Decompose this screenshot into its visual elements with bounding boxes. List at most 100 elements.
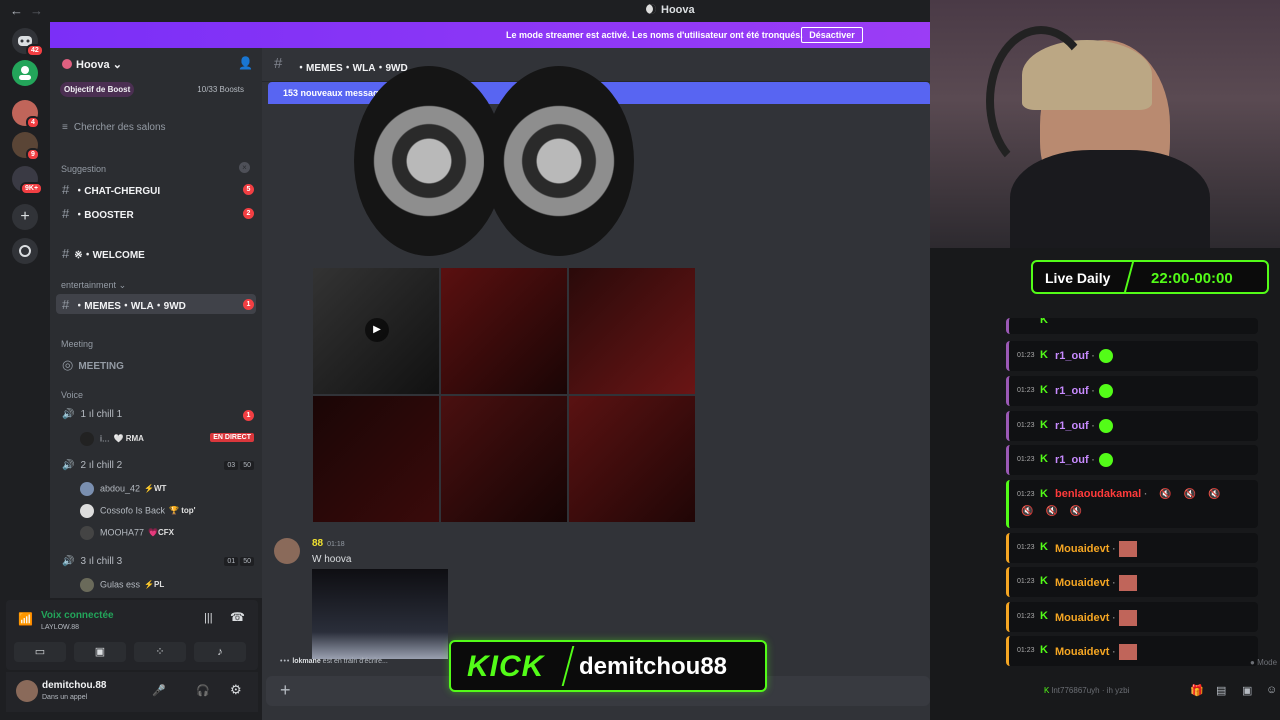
chat-user: Mouaidevt [1055, 542, 1110, 555]
user-tag: 💗CFX [148, 528, 174, 538]
chat-username: Mouaidevt · [1055, 644, 1138, 660]
chat-user: benlaoudakamal [1055, 488, 1142, 500]
add-member-icon[interactable]: 👤 [238, 56, 253, 70]
channel-sidebar: Hoova ⌄ 👤 Objectif de Boost 10/33 Boosts… [50, 48, 262, 598]
gift-icon[interactable]: 🎁 [1190, 684, 1204, 697]
add-server-icon[interactable]: + [12, 204, 38, 230]
gif-icon[interactable]: ▤ [1216, 684, 1226, 697]
emoji-icon[interactable]: ☺ [1266, 684, 1277, 696]
voice-user[interactable]: i... 🤍 RMA [80, 432, 144, 448]
window-title: Hoova [646, 4, 695, 16]
voice-channel-chill-1[interactable]: 🔊 1 ıl chill 1 [62, 409, 122, 420]
attachment-image[interactable] [313, 396, 439, 522]
close-icon[interactable]: × [239, 162, 250, 173]
chat-message: 01:23 K r1_ouf · [1006, 445, 1258, 475]
chat-user: Mouaidevt [1055, 576, 1110, 589]
chat-time: 01:23 [1017, 422, 1035, 429]
kick-logo-icon: K [1040, 575, 1048, 587]
headphones-icon[interactable]: 🎧 [196, 684, 210, 697]
kick-logo: KICK [467, 650, 545, 683]
voice-channel-chill-3[interactable]: 🔊 3 ıl chill 3 [62, 556, 122, 567]
microphone-icon[interactable]: 🎤 [152, 684, 166, 697]
soundboard-button[interactable]: ♪ [194, 642, 246, 662]
server-logo-icon [646, 4, 656, 14]
forward-arrow-icon[interactable]: → [30, 3, 43, 18]
message-author[interactable]: 88 01:18 [312, 538, 345, 549]
channel-search[interactable]: ≡ Chercher des salons [62, 122, 166, 133]
kick-logo-icon: K [1040, 318, 1048, 326]
attachment-image[interactable] [312, 569, 448, 659]
voice-user[interactable]: Gulas ess ⚡PL [80, 578, 164, 594]
channel-booster[interactable]: # ・BOOSTER [62, 206, 134, 222]
back-arrow-icon[interactable]: ← [10, 3, 23, 18]
attachment-image-tires[interactable] [350, 66, 660, 260]
channel-memes-wla-9wd[interactable]: # ・MEMES・WLA・9WD [62, 297, 186, 313]
channel-label: ・BOOSTER [74, 210, 134, 221]
muted-speaker-icon: 🔇 [1045, 506, 1058, 517]
avatar[interactable] [274, 538, 300, 564]
server-folder-icon[interactable]: 9K+ [12, 166, 44, 195]
chat-message: 01:23 K benlaoudakamal · 🔇 🔇 🔇 🔇 🔇 🔇 [1006, 480, 1258, 528]
category-entertainment[interactable]: entertainment ⌄ [61, 280, 126, 291]
hash-icon: # [62, 182, 70, 197]
category-voice[interactable]: Voice [61, 390, 83, 400]
voice-channel-chill-2[interactable]: 🔊 2 ıl chill 2 [62, 460, 122, 471]
streamer-mode-message: Le mode streamer est activé. Les noms d'… [506, 30, 803, 40]
camera-off-button[interactable]: ▭ [14, 642, 66, 662]
category-meeting[interactable]: Meeting [61, 339, 93, 349]
discord-home-icon[interactable]: 42 [12, 28, 44, 57]
play-icon[interactable]: ▶ [365, 318, 389, 342]
voice-user[interactable]: abdou_42 ⚡WT [80, 482, 166, 498]
user-tag: ⚡WT [144, 484, 167, 494]
attachment-image[interactable] [569, 268, 695, 394]
attachment-video-thumb[interactable]: ▶ [313, 268, 439, 394]
discover-icon[interactable] [12, 238, 38, 264]
noise-suppression-icon[interactable]: ||| [204, 612, 213, 624]
chat-time: 01:23 [1017, 578, 1035, 585]
user-count: 01 [224, 557, 239, 566]
gear-icon[interactable]: ⚙ [230, 682, 242, 698]
activities-button[interactable]: ⁘ [134, 642, 186, 662]
category-suggestion[interactable]: Suggestion [61, 164, 106, 174]
voice-user[interactable]: Cossofo Is Back 🏆 top' [80, 504, 196, 520]
username[interactable]: demitchou.88 [42, 680, 106, 691]
friends-icon[interactable] [12, 60, 38, 86]
tire-graphic [354, 66, 504, 256]
home-badge: 42 [26, 44, 44, 57]
attachment-image[interactable] [441, 396, 567, 522]
chat-user: r1_ouf [1055, 419, 1089, 432]
user-max: 50 [240, 557, 254, 566]
avatar [80, 504, 94, 518]
server-name[interactable]: Hoova ⌄ [62, 58, 122, 71]
hash-icon: # [62, 297, 70, 312]
chat-area: # ・MEMES・WLA・9WD 153 nouveaux messages d… [262, 48, 930, 720]
channel-welcome[interactable]: # ※・WELCOME [62, 246, 145, 262]
add-attachment-icon[interactable]: + [280, 680, 291, 701]
speaker-icon: 🔊 [62, 409, 75, 420]
kick-logo-icon: K [1040, 541, 1048, 553]
chat-time: 01:23 [1017, 352, 1035, 359]
screen-share-button[interactable]: ▣ [74, 642, 126, 662]
disconnect-icon[interactable]: ☎ [230, 610, 245, 624]
attachment-image[interactable] [569, 396, 695, 522]
server-badge: 9K+ [20, 182, 44, 195]
server-icon-1[interactable]: 4 [12, 100, 40, 129]
server-icon-2[interactable]: 9 [12, 132, 40, 161]
chat-username: r1_ouf · [1055, 453, 1113, 467]
attachment-image[interactable] [441, 268, 567, 394]
channel-chat-chergui[interactable]: # ・CHAT-CHERGUI [62, 182, 160, 198]
sticker-icon[interactable]: ▣ [1242, 684, 1252, 697]
voice-status[interactable]: Voix connectée [41, 610, 114, 621]
channel-meeting[interactable]: ◎ MEETING [62, 357, 124, 373]
boost-goal[interactable]: Objectif de Boost 10/33 Boosts [60, 82, 252, 98]
chat-username: r1_ouf · [1055, 349, 1113, 363]
disable-streamer-button[interactable]: Désactiver [801, 27, 863, 43]
server-logo-icon [62, 59, 72, 69]
avatar[interactable] [16, 680, 38, 702]
voice-user[interactable]: MOOHA77 💗CFX [80, 526, 174, 542]
voice-channel-name: LAYLOW.88 [41, 624, 80, 631]
faded-username: lnt776867uyh [1051, 686, 1100, 695]
chat-time: 01:23 [1017, 456, 1035, 463]
chat-message: 01:23 K r1_ouf · [1006, 411, 1258, 441]
tire-graphic [484, 66, 634, 256]
